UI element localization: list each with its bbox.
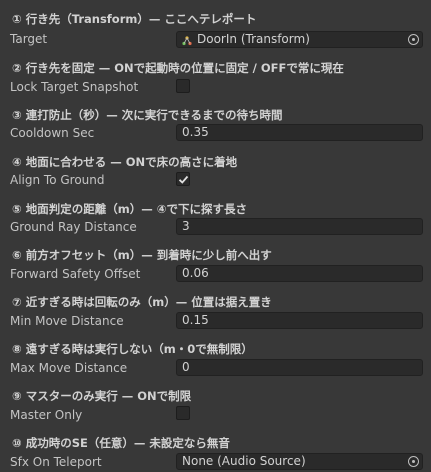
min-move-distance-label: Min Move Distance: [10, 314, 124, 328]
checkmark-icon: [178, 175, 189, 184]
master-only-label: Master Only: [10, 408, 83, 422]
forward-safety-offset-label: Forward Safety Offset: [10, 267, 141, 281]
section-header-max-move: ⑧ 遠すぎる時は実行しない（m・0で無制限）: [12, 342, 253, 356]
max-move-distance-label: Max Move Distance: [10, 361, 128, 375]
section-header-forward-offset: ⑥ 前方オフセット（m）— 到着時に少し前へ出す: [12, 248, 272, 262]
lock-target-snapshot-label: Lock Target Snapshot: [10, 80, 139, 94]
target-value: DoorIn (Transform): [197, 32, 310, 46]
section-header-sfx: ⑩ 成功時のSE（任意）— 未設定なら無音: [12, 436, 230, 450]
lock-target-snapshot-checkbox[interactable]: [176, 79, 190, 93]
sfx-on-teleport-value: None (Audio Source): [182, 454, 306, 468]
target-label: Target: [10, 32, 48, 46]
section-header-master-only: ⑨ マスターのみ実行 — ONで制限: [12, 389, 192, 403]
section-header-cooldown: ③ 連打防止（秒）— 次に実行できるまでの待ち時間: [12, 108, 283, 122]
section-header-lock-target: ② 行き先を固定 — ONで起動時の位置に固定 / OFFで常に現在: [12, 61, 344, 75]
cooldown-sec-input[interactable]: 0.35: [176, 124, 423, 141]
sfx-on-teleport-label: Sfx On Teleport: [10, 455, 102, 469]
section-header-target: ① 行き先（Transform）— ここへテレポート: [12, 12, 257, 26]
forward-safety-offset-input[interactable]: 0.06: [176, 265, 423, 282]
ground-ray-distance-input[interactable]: 3: [176, 218, 423, 235]
section-header-min-move: ⑦ 近すぎる時は回転のみ（m）— 位置は据え置き: [12, 295, 272, 309]
max-move-distance-input[interactable]: 0: [176, 359, 423, 376]
align-to-ground-label: Align To Ground: [10, 173, 105, 187]
align-to-ground-checkbox[interactable]: [176, 172, 190, 186]
master-only-checkbox[interactable]: [176, 406, 190, 420]
section-header-ground-ray: ⑤ 地面判定の距離（m）— ④で下に探す長さ: [12, 202, 247, 216]
min-move-distance-input[interactable]: 0.15: [176, 312, 423, 329]
cooldown-sec-label: Cooldown Sec: [10, 126, 95, 140]
object-picker-icon[interactable]: [408, 456, 419, 467]
sfx-on-teleport-object-field[interactable]: None (Audio Source): [176, 453, 423, 470]
section-header-align-ground: ④ 地面に合わせる — ONで床の高さに着地: [12, 155, 238, 169]
object-picker-icon[interactable]: [408, 34, 419, 45]
transform-icon: [182, 35, 192, 46]
ground-ray-distance-label: Ground Ray Distance: [10, 220, 137, 234]
target-object-field[interactable]: DoorIn (Transform): [176, 31, 423, 48]
